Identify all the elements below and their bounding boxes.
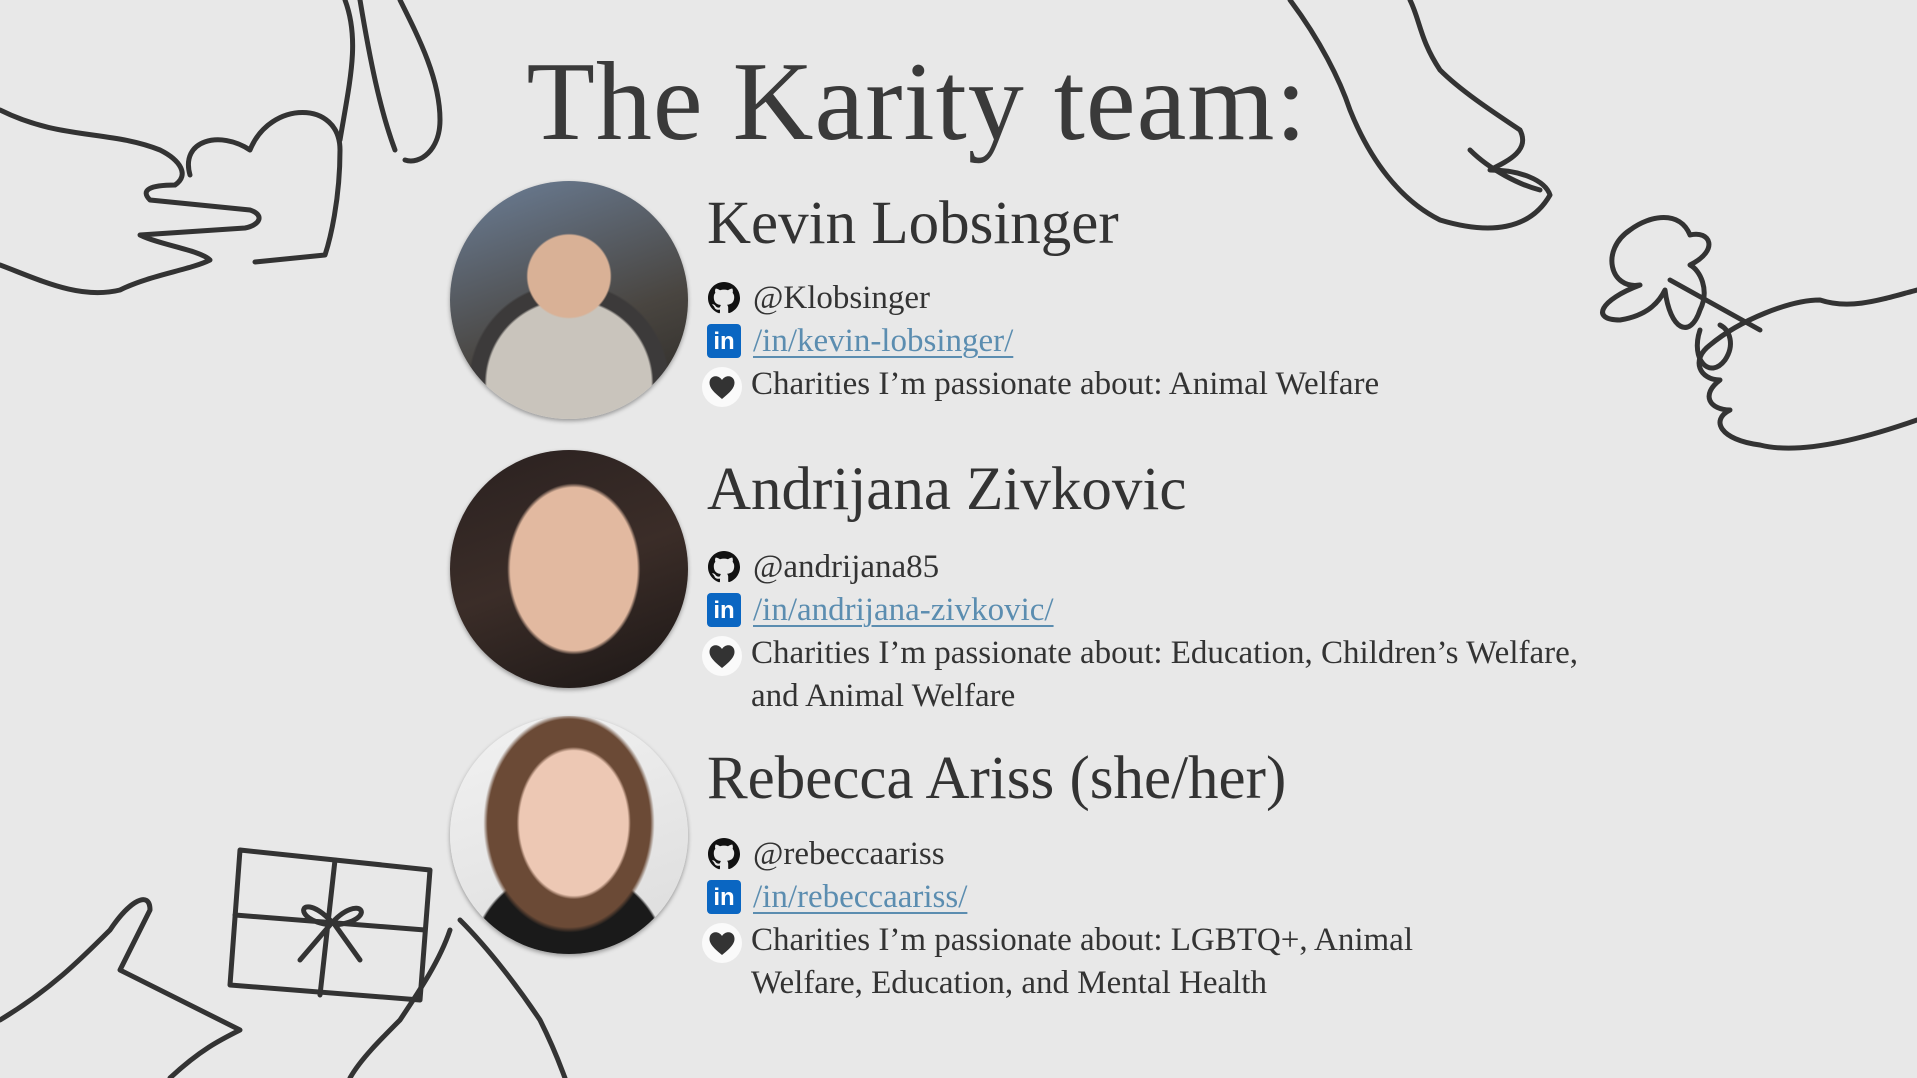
- linkedin-row: in /in/andrijana-zivkovic/: [707, 589, 1054, 632]
- linkedin-row: in /in/kevin-lobsinger/: [707, 320, 1013, 363]
- github-icon: [707, 281, 741, 315]
- linkedin-link[interactable]: /in/rebeccaariss/: [753, 876, 967, 919]
- heart-hands-icon: [702, 367, 742, 407]
- github-row: @andrijana85: [707, 546, 939, 589]
- charities-text: Charities I’m passionate about: LGBTQ+, …: [751, 922, 1413, 1001]
- avatar-photo: [450, 716, 688, 954]
- github-handle: @andrijana85: [753, 549, 940, 585]
- linkedin-link[interactable]: /in/kevin-lobsinger/: [753, 320, 1013, 363]
- linkedin-icon: in: [707, 324, 741, 358]
- charities-row: Charities I’m passionate about: LGBTQ+, …: [702, 919, 1521, 1005]
- avatar-photo: [450, 450, 688, 688]
- team-member-card: Rebecca Ariss (she/her) @rebeccaariss in…: [450, 716, 1650, 1001]
- github-row: @rebeccaariss: [707, 833, 945, 876]
- github-handle: @Klobsinger: [753, 280, 931, 316]
- linkedin-icon: in: [707, 593, 741, 627]
- member-name: Rebecca Ariss (she/her): [707, 745, 1287, 812]
- linkedin-row: in /in/rebeccaariss/: [707, 876, 967, 919]
- heart-hands-icon: [702, 636, 742, 676]
- avatar-photo: [450, 181, 688, 419]
- linkedin-icon: in: [707, 880, 741, 914]
- heart-hands-icon: [702, 923, 742, 963]
- member-name: Andrijana Zivkovic: [707, 456, 1187, 523]
- github-row: @Klobsinger: [707, 277, 930, 320]
- charities-text: Charities I’m passionate about: Animal W…: [751, 366, 1380, 402]
- member-name: Kevin Lobsinger: [707, 190, 1119, 257]
- github-icon: [707, 837, 741, 871]
- page-title: The Karity team:: [526, 40, 1308, 164]
- charities-text: Charities I’m passionate about: Educatio…: [751, 635, 1579, 714]
- github-handle: @rebeccaariss: [753, 836, 945, 872]
- github-icon: [707, 550, 741, 584]
- charities-row: Charities I’m passionate about: Educatio…: [702, 632, 1631, 718]
- team-member-card: Kevin Lobsinger @Klobsinger in /in/kevin…: [450, 181, 1650, 441]
- charities-row: Charities I’m passionate about: Animal W…: [702, 363, 1380, 407]
- linkedin-link[interactable]: /in/andrijana-zivkovic/: [753, 589, 1054, 632]
- team-member-card: Andrijana Zivkovic @andrijana85 in /in/a…: [450, 450, 1650, 714]
